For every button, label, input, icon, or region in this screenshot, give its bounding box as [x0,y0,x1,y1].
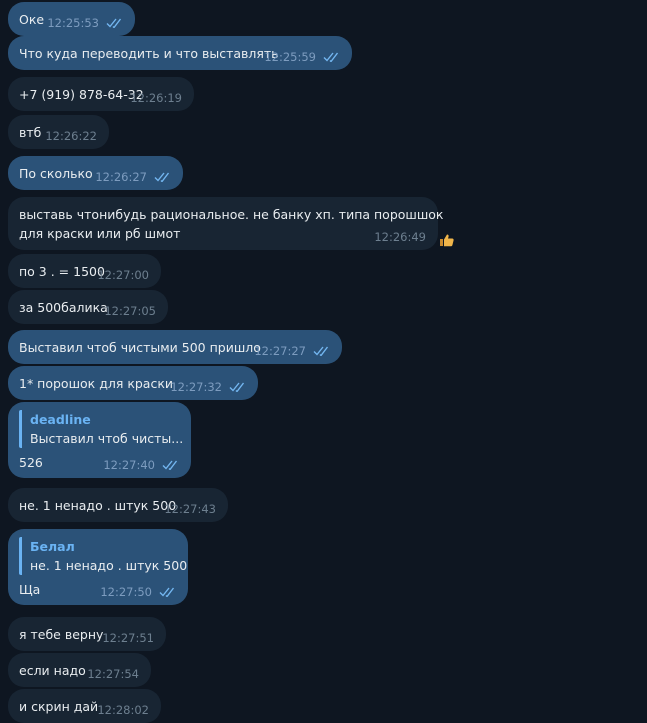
chat-history[interactable]: Оке 12:25:53 Что куда переводить и что в… [0,0,647,723]
message-meta: 12:25:53 [47,16,123,30]
message-meta: 12:27:50 [100,585,176,599]
message-time: 12:27:50 [100,585,152,599]
message-meta: 12:26:22 [45,129,97,143]
double-check-icon [162,460,178,470]
incoming-message[interactable]: по 3 . = 1500 12:27:00 [8,254,161,288]
outgoing-reply-message[interactable]: deadline Выставил чтоб чисты... 526 12:2… [8,402,191,478]
double-check-icon [229,382,245,392]
message-text: и скрин дай [19,699,99,714]
message-meta: 12:27:40 [103,458,179,472]
outgoing-reply-message[interactable]: Белал не. 1 ненадо . штук 500 Ща 12:27:5… [8,529,188,605]
message-time: 12:26:27 [95,170,147,184]
message-text: не. 1 ненадо . штук 500 [19,498,177,513]
message-time: 12:26:19 [130,91,182,105]
outgoing-message[interactable]: Выставил чтоб чистыми 500 пришло 12:27:2… [8,330,342,364]
double-check-icon [154,172,170,182]
message-text: +7 (919) 878-64-32 [19,87,144,102]
reply-quote[interactable]: deadline Выставил чтоб чисты... [19,410,184,448]
reply-author: deadline [30,412,91,427]
outgoing-message[interactable]: По сколько 12:26:27 [8,156,183,190]
message-text-line-1: выставь чтонибудь рациональное. не банку… [19,207,444,222]
message-text: если надо [19,663,86,678]
message-text: по 3 . = 1500 [19,264,105,279]
outgoing-message[interactable]: 1* порошок для краски 12:27:32 [8,366,258,400]
message-meta: 12:28:02 [97,703,149,717]
incoming-message[interactable]: за 500балика 12:27:05 [8,290,168,324]
message-meta: 12:27:43 [164,502,216,516]
reply-quote[interactable]: Белал не. 1 ненадо . штук 500 [19,537,188,575]
double-check-icon [106,18,122,28]
message-time: 12:25:53 [47,16,99,30]
message-text: за 500балика [19,300,108,315]
message-text: Ща [19,582,41,597]
message-meta: 12:27:27 [254,344,330,358]
message-meta: 12:26:19 [130,91,182,105]
message-text: 1* порошок для краски [19,376,174,391]
message-text: я тебе верну [19,627,104,642]
message-text: Что куда переводить и что выставлять [19,46,279,61]
incoming-message[interactable]: если надо 12:27:54 [8,653,151,687]
message-time: 12:27:00 [97,268,149,282]
double-check-icon [323,52,339,62]
message-time: 12:27:27 [254,344,306,358]
reply-snippet: Выставил чтоб чисты... [30,431,184,446]
message-time: 12:25:59 [264,50,316,64]
message-time: 12:27:32 [170,380,222,394]
message-meta: 12:26:27 [95,170,171,184]
message-text-line-2: для краски или рб шмот [19,226,181,241]
incoming-message[interactable]: втб 12:26:22 [8,115,109,149]
double-check-icon [159,587,175,597]
message-meta: 12:27:54 [87,667,139,681]
incoming-message[interactable]: +7 (919) 878-64-32 12:26:19 [8,77,194,111]
message-time: 12:27:51 [102,631,154,645]
reply-snippet: не. 1 ненадо . штук 500 [30,558,188,573]
message-time: 12:27:05 [104,304,156,318]
message-time: 12:28:02 [97,703,149,717]
message-text: Выставил чтоб чистыми 500 пришло [19,340,261,355]
outgoing-message[interactable]: Что куда переводить и что выставлять 12:… [8,36,352,70]
message-meta: 12:27:32 [170,380,246,394]
message-time: 12:27:43 [164,502,216,516]
message-meta: 12:26:49 [374,230,426,244]
message-text: 526 [19,455,43,470]
double-check-icon [313,346,329,356]
reply-author: Белал [30,539,75,554]
incoming-message[interactable]: выставь чтонибудь рациональное. не банку… [8,197,444,250]
message-meta: 12:27:51 [102,631,154,645]
message-text: втб [19,125,42,140]
incoming-message[interactable]: я тебе верну 12:27:51 [8,617,166,651]
message-meta: 12:27:05 [104,304,156,318]
outgoing-message[interactable]: Оке 12:25:53 [8,2,135,36]
incoming-message[interactable]: не. 1 ненадо . штук 500 12:27:43 [8,488,228,522]
thumbs-up-icon[interactable] [439,233,455,247]
message-meta: 12:27:00 [97,268,149,282]
message-time: 12:27:40 [103,458,155,472]
message-time: 12:26:22 [45,129,97,143]
message-text: По сколько [19,166,93,181]
message-meta: 12:25:59 [264,50,340,64]
message-text: Оке [19,12,45,27]
message-time: 12:27:54 [87,667,139,681]
message-time: 12:26:49 [374,230,426,244]
